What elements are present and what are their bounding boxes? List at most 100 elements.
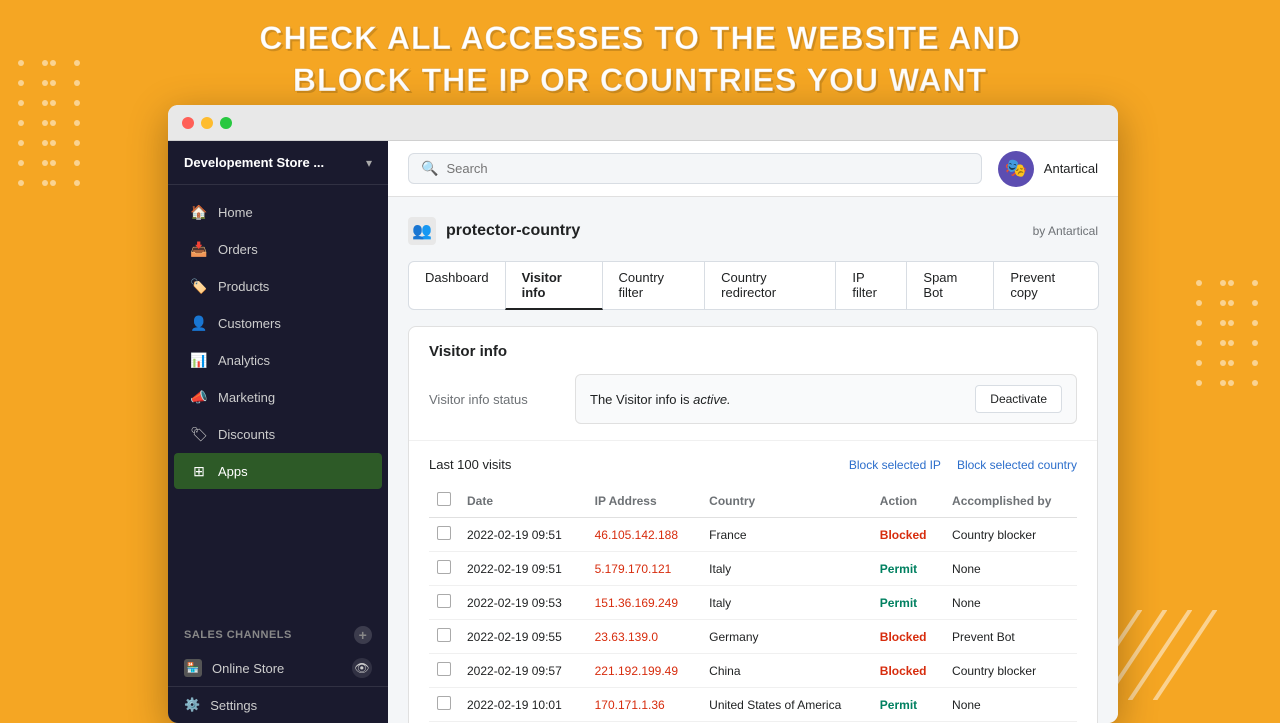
sales-channels-label: SALES CHANNELS — [184, 629, 292, 641]
close-icon[interactable] — [182, 117, 194, 129]
row-checkbox[interactable] — [437, 628, 451, 642]
orders-icon: 📥 — [190, 240, 208, 258]
tab-country-filter[interactable]: Country filter — [602, 261, 706, 310]
visits-header: Last 100 visits Block selected IP Block … — [429, 457, 1077, 472]
action-badge: Blocked — [880, 664, 927, 678]
ip-address-link[interactable]: 23.63.139.0 — [595, 630, 658, 644]
action-badge: Blocked — [880, 630, 927, 644]
ip-address-link[interactable]: 151.36.169.249 — [595, 596, 678, 610]
sidebar-item-settings[interactable]: ⚙️ Settings — [184, 697, 372, 713]
row-date: 2022-02-19 09:53 — [459, 586, 587, 620]
tab-country-redirector[interactable]: Country redirector — [704, 261, 836, 310]
row-accomplished: None — [944, 586, 1077, 620]
sidebar-item-label: Apps — [218, 464, 248, 479]
add-channel-button[interactable]: + — [354, 626, 372, 644]
row-ip: 151.36.169.249 — [587, 586, 702, 620]
page-header: Check all accesses to the website and bl… — [0, 18, 1280, 101]
status-row: Visitor info status The Visitor info is … — [429, 374, 1077, 424]
ip-address-link[interactable]: 170.171.1.36 — [595, 698, 665, 712]
row-action: Permit — [872, 688, 944, 722]
ip-address-link[interactable]: 5.179.170.121 — [595, 562, 672, 576]
app-title-row: 👥 protector-country — [408, 217, 580, 245]
sidebar-item-customers[interactable]: 👤 Customers — [174, 305, 382, 341]
marketing-icon: 📣 — [190, 388, 208, 406]
chevron-down-icon: ▾ — [366, 156, 372, 170]
store-name: Developement Store ... — [184, 155, 366, 170]
search-bar[interactable]: 🔍 — [408, 153, 982, 184]
action-badge: Permit — [880, 562, 917, 576]
sidebar-item-label: Products — [218, 279, 269, 294]
row-accomplished: Prevent Bot — [944, 620, 1077, 654]
user-avatar-area[interactable]: 🎭 Antartical — [998, 151, 1098, 187]
sidebar-item-home[interactable]: 🏠 Home — [174, 194, 382, 230]
row-checkbox[interactable] — [437, 526, 451, 540]
row-ip: 170.171.1.36 — [587, 688, 702, 722]
sidebar-item-orders[interactable]: 📥 Orders — [174, 231, 382, 267]
maximize-icon[interactable] — [220, 117, 232, 129]
sidebar-item-label: Discounts — [218, 427, 275, 442]
sidebar: Developement Store ... ▾ 🏠 Home 📥 Orders… — [168, 141, 388, 723]
row-checkbox[interactable] — [437, 594, 451, 608]
search-input[interactable] — [446, 161, 968, 176]
row-checkbox[interactable] — [437, 560, 451, 574]
th-date: Date — [459, 484, 587, 518]
user-name: Antartical — [1044, 161, 1098, 176]
sidebar-item-marketing[interactable]: 📣 Marketing — [174, 379, 382, 415]
row-ip: 46.105.142.188 — [587, 518, 702, 552]
th-accomplished: Accomplished by — [944, 484, 1077, 518]
status-message-box: The Visitor info is active. Deactivate — [575, 374, 1077, 424]
th-country: Country — [701, 484, 872, 518]
sidebar-nav: 🏠 Home 📥 Orders 🏷️ Products 👤 Customers … — [168, 185, 388, 616]
block-country-link[interactable]: Block selected country — [957, 458, 1077, 472]
row-checkbox-cell — [429, 620, 459, 654]
home-icon: 🏠 — [190, 203, 208, 221]
sidebar-item-analytics[interactable]: 📊 Analytics — [174, 342, 382, 378]
deactivate-button[interactable]: Deactivate — [975, 385, 1062, 413]
online-store-label: Online Store — [212, 661, 284, 676]
eye-icon[interactable]: 👁 — [352, 658, 372, 678]
th-checkbox — [429, 484, 459, 518]
select-all-checkbox[interactable] — [437, 492, 451, 506]
row-date: 2022-02-19 09:51 — [459, 552, 587, 586]
ip-address-link[interactable]: 46.105.142.188 — [595, 528, 678, 542]
row-action: Blocked — [872, 620, 944, 654]
table-row: 2022-02-19 09:55 23.63.139.0 Germany Blo… — [429, 620, 1077, 654]
table-row: 2022-02-19 09:51 46.105.142.188 France B… — [429, 518, 1077, 552]
tab-ip-filter[interactable]: IP filter — [835, 261, 907, 310]
row-ip: 5.179.170.121 — [587, 552, 702, 586]
minimize-icon[interactable] — [201, 117, 213, 129]
row-country: Italy — [701, 586, 872, 620]
row-country: United States of America — [701, 688, 872, 722]
row-checkbox[interactable] — [437, 662, 451, 676]
settings-icon: ⚙️ — [184, 697, 200, 713]
store-selector[interactable]: Developement Store ... ▾ — [168, 141, 388, 185]
row-action: Permit — [872, 552, 944, 586]
app-icon: 👥 — [408, 217, 436, 245]
tab-bar: Dashboard Visitor info Country filter Co… — [408, 261, 1098, 310]
row-date: 2022-02-19 09:55 — [459, 620, 587, 654]
tab-prevent-copy[interactable]: Prevent copy — [993, 261, 1099, 310]
row-action: Permit — [872, 586, 944, 620]
browser-titlebar — [168, 105, 1118, 141]
action-badge: Blocked — [880, 528, 927, 542]
tab-dashboard[interactable]: Dashboard — [408, 261, 506, 310]
sidebar-item-products[interactable]: 🏷️ Products — [174, 268, 382, 304]
tab-visitor-info[interactable]: Visitor info — [505, 261, 603, 310]
ip-address-link[interactable]: 221.192.199.49 — [595, 664, 678, 678]
topbar: 🔍 🎭 Antartical — [388, 141, 1118, 197]
th-ip: IP Address — [587, 484, 702, 518]
row-action: Blocked — [872, 654, 944, 688]
apps-icon: ⊞ — [190, 462, 208, 480]
row-checkbox-cell — [429, 586, 459, 620]
row-accomplished: Country blocker — [944, 518, 1077, 552]
tab-spam-bot[interactable]: Spam Bot — [906, 261, 994, 310]
row-date: 2022-02-19 09:51 — [459, 518, 587, 552]
sidebar-item-online-store[interactable]: 🏪 Online Store 👁 — [168, 650, 388, 686]
row-date: 2022-02-19 10:01 — [459, 688, 587, 722]
row-checkbox[interactable] — [437, 696, 451, 710]
row-ip: 23.63.139.0 — [587, 620, 702, 654]
browser-window: Developement Store ... ▾ 🏠 Home 📥 Orders… — [168, 105, 1118, 723]
sidebar-item-apps[interactable]: ⊞ Apps — [174, 453, 382, 489]
sidebar-item-discounts[interactable]: 🏷 Discounts — [174, 416, 382, 452]
block-ip-link[interactable]: Block selected IP — [849, 458, 941, 472]
